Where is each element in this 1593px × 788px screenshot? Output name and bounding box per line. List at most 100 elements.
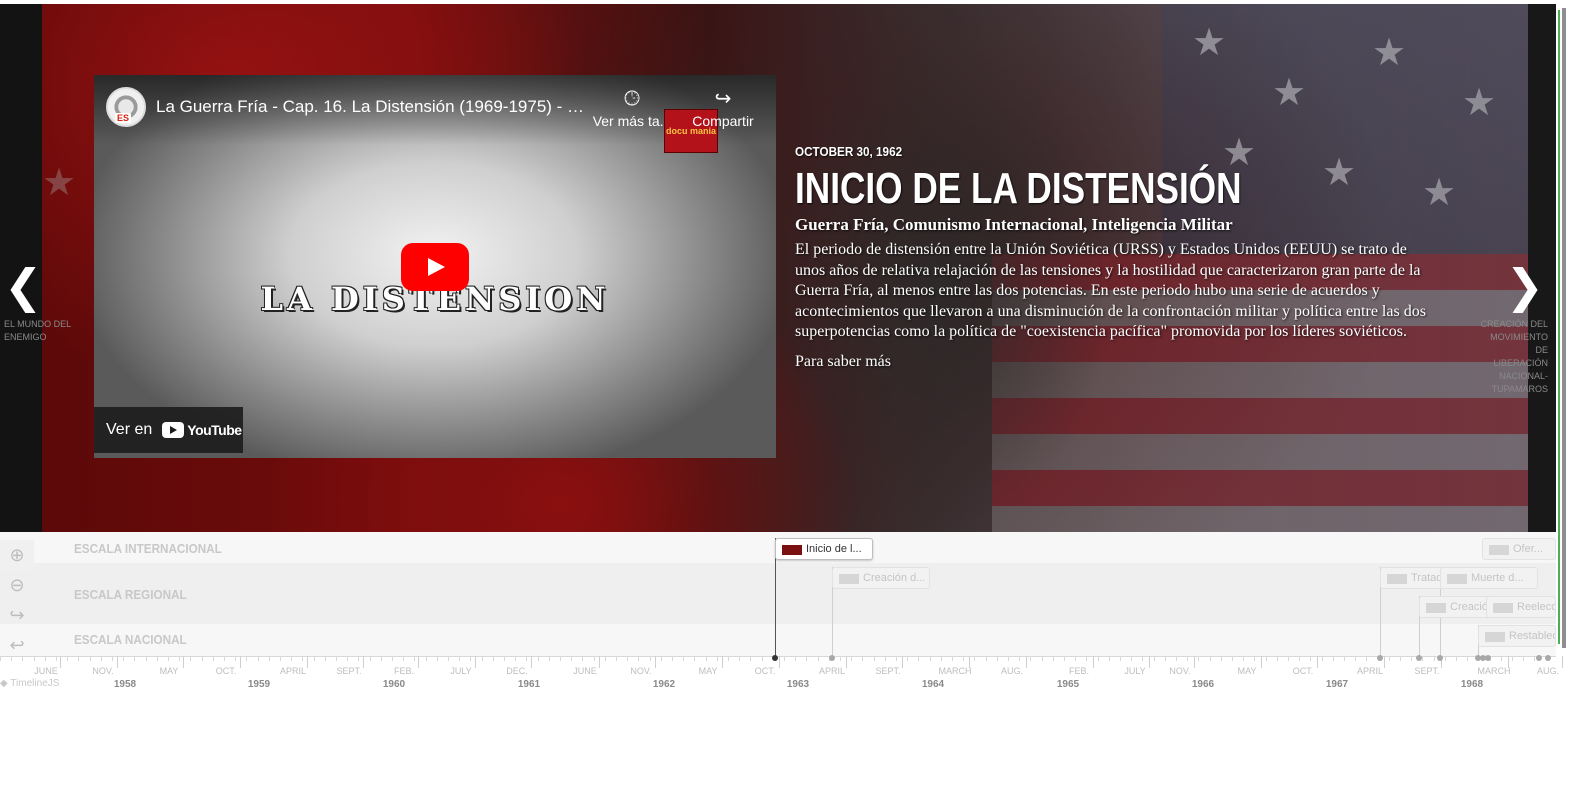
axis-minor-tick	[1501, 656, 1502, 661]
axis-month-label: OCT.	[754, 666, 776, 676]
axis-minor-tick	[0, 656, 1, 661]
credit-label: TimelineJS	[10, 678, 60, 689]
axis-minor-tick	[1154, 656, 1155, 661]
axis-minor-tick	[314, 656, 315, 661]
axis-month-label: MAY	[159, 666, 179, 676]
marker[interactable]: Restableci...	[1478, 625, 1556, 647]
axis-minor-tick	[302, 656, 303, 661]
watch-later-label: Ver más ta...	[592, 113, 672, 129]
marker[interactable]: Ofer...	[1482, 538, 1556, 560]
axis-major-tick	[902, 656, 903, 668]
axis-minor-tick	[661, 656, 662, 661]
axis-minor-tick	[336, 656, 337, 661]
page-scrollbar[interactable]	[1556, 0, 1593, 788]
axis-month-label: MAY	[1237, 666, 1257, 676]
marker[interactable]: Tratad...	[1380, 567, 1446, 589]
previous-slide-button[interactable]: ❮ EL MUNDO DEL ENEMIGO	[4, 259, 74, 344]
chevron-left-icon: ❮	[4, 259, 43, 313]
axis-event-dot[interactable]	[1536, 655, 1542, 661]
marker-label: Reelecció...	[1517, 601, 1555, 613]
axis-major-tick	[599, 656, 600, 668]
axis-month-label: SEPT.	[336, 666, 362, 676]
share-button[interactable]: ↪ Compartir	[688, 87, 758, 129]
watch-on-label: Ver en	[106, 421, 153, 438]
axis-event-dot[interactable]	[1437, 655, 1443, 661]
marker-thumbnail	[839, 574, 859, 584]
axis-minor-tick	[582, 656, 583, 661]
youtube-logo: YouTube	[162, 422, 242, 438]
axis-minor-tick	[1243, 656, 1244, 661]
axis-minor-tick	[470, 656, 471, 661]
axis-event-dot[interactable]	[1377, 655, 1383, 661]
axis-minor-tick	[560, 656, 561, 661]
axis-minor-tick	[1232, 656, 1233, 661]
axis-minor-tick	[1333, 656, 1334, 661]
axis-minor-tick	[56, 656, 57, 661]
axis-event-dot[interactable]	[1485, 655, 1491, 661]
marker[interactable]: Muerte d...	[1440, 567, 1538, 589]
axis-major-tick	[117, 656, 118, 668]
axis-minor-tick	[930, 656, 931, 661]
event-tags: Guerra Fría, Comunismo Internacional, In…	[795, 215, 1233, 234]
play-button[interactable]	[401, 243, 469, 291]
axis-month-label: AUG.	[1000, 666, 1024, 676]
axis-major-tick	[60, 656, 61, 668]
marker-thumbnail	[782, 545, 802, 555]
axis-minor-tick	[1355, 656, 1356, 661]
axis-minor-tick	[1053, 656, 1054, 661]
axis-month-label: SEPT.	[1414, 666, 1440, 676]
slide: ★ ★ ★ ★ ★ ★ ★ ★ ES La Guerra Fría - Cap.…	[0, 4, 1556, 532]
axis-minor-tick	[963, 656, 964, 661]
marker[interactable]: Reelecció...	[1486, 596, 1556, 618]
event-headline: INICIO DE LA DISTENSIÓN	[795, 164, 1242, 213]
axis-major-tick	[1562, 656, 1563, 668]
marker-thumbnail	[1485, 632, 1505, 642]
axis-minor-tick	[437, 656, 438, 661]
video-title[interactable]: La Guerra Fría - Cap. 16. La Distensión …	[156, 97, 596, 117]
youtube-embed[interactable]: ES La Guerra Fría - Cap. 16. La Distensi…	[94, 75, 776, 458]
axis-month-label: OCT.	[215, 666, 237, 676]
zoom-in-icon[interactable]: ⊕	[0, 540, 34, 570]
scroll-thumb[interactable]	[1562, 8, 1566, 648]
axis-event-dot[interactable]	[829, 655, 835, 661]
watch-on-youtube-button[interactable]: Ver en YouTube	[94, 407, 243, 453]
axis-minor-tick	[78, 656, 79, 661]
zoom-out-icon[interactable]: ⊖	[0, 570, 34, 600]
axis-minor-tick	[269, 656, 270, 661]
watch-later-button[interactable]: 🕒︎ Ver más ta...	[592, 87, 672, 129]
axis-year-label: 1959	[247, 679, 271, 690]
read-more-link[interactable]: Para saber más	[795, 353, 1435, 371]
marker-active[interactable]: Inicio de l...	[775, 538, 873, 560]
marker-label: Ofer...	[1513, 543, 1543, 555]
axis-minor-tick	[1176, 656, 1177, 661]
timelinejs-credit[interactable]: ◆ TimelineJS	[0, 678, 59, 689]
axis-minor-tick	[1366, 656, 1367, 661]
axis-minor-tick	[280, 656, 281, 661]
axis-major-tick	[655, 656, 656, 668]
axis-month-label: FEB.	[1068, 666, 1090, 676]
axis-event-dot[interactable]	[772, 655, 778, 661]
axis-minor-tick	[549, 656, 550, 661]
marker[interactable]: Creación d...	[832, 567, 930, 589]
axis-minor-tick	[1288, 656, 1289, 661]
axis-event-dot[interactable]	[1545, 655, 1551, 661]
marker-thumbnail	[1447, 574, 1467, 584]
axis-minor-tick	[1534, 656, 1535, 661]
axis-major-tick	[307, 656, 308, 668]
axis-major-tick	[1384, 656, 1385, 668]
axis-minor-tick	[202, 656, 203, 661]
next-slide-button[interactable]: ❯ CREACIÓN DEL MOVIMIENTO DE LIBERACIÓN …	[1480, 263, 1548, 396]
marker[interactable]: Creación...	[1419, 596, 1495, 618]
axis-minor-tick	[1198, 656, 1199, 661]
axis-month-label: DEC.	[506, 666, 528, 676]
axis-minor-tick	[672, 656, 673, 661]
axis-major-tick	[240, 656, 241, 668]
group-label: ESCALA NACIONAL	[74, 632, 187, 647]
forward-icon[interactable]: ↪	[0, 600, 34, 630]
axis-minor-tick	[1434, 656, 1435, 661]
axis-minor-tick	[840, 656, 841, 661]
clock-icon: 🕒︎	[624, 88, 640, 110]
axis-minor-tick	[1299, 656, 1300, 661]
axis-event-dot[interactable]	[1416, 655, 1422, 661]
axis-year-label: 1958	[113, 679, 137, 690]
